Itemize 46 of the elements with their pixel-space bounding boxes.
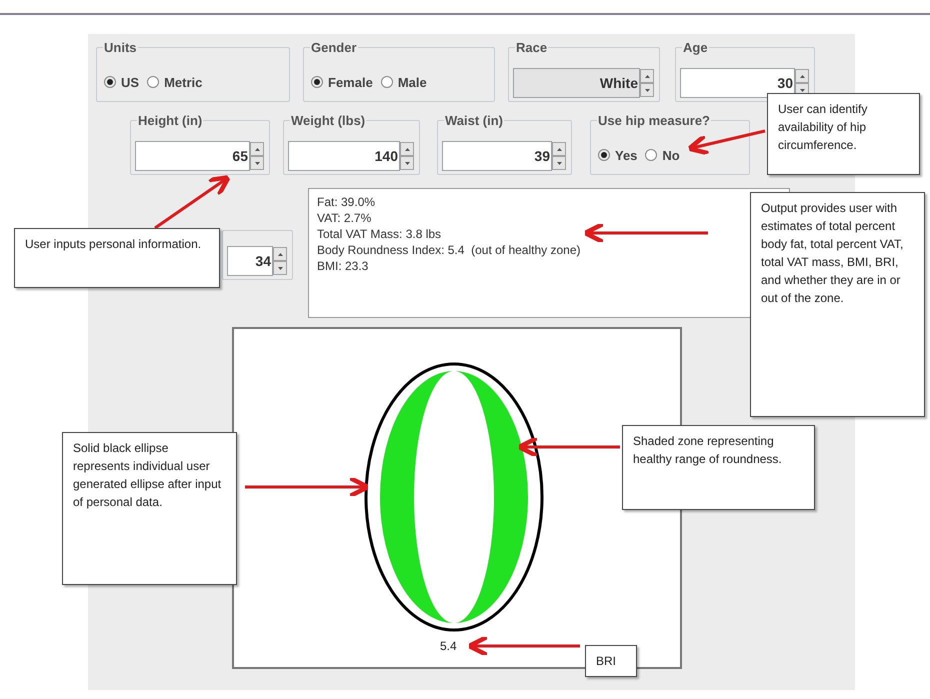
spin-up-button[interactable] [400,142,414,156]
spin-down-button[interactable] [250,156,264,170]
up-triangle-icon [644,74,650,78]
callout: User inputs personal information. [14,228,220,288]
down-triangle-icon [404,162,410,164]
callout: BRI [585,645,637,677]
option-label[interactable]: US [121,72,140,92]
down-triangle-icon [278,266,282,270]
output-line: Total VAT Mass: 3.8 lbs [317,226,442,242]
output-line: VAT: 2.7% [317,210,372,226]
output-line: Body Roundness Index: 5.4 (out of healthy zone) [317,242,581,258]
spin-down-button[interactable] [640,83,654,97]
spin-down-button[interactable] [273,261,287,275]
up-triangle-icon [800,74,804,78]
spinner-field[interactable]: 140 [288,141,400,171]
spin-up-button[interactable] [795,69,809,83]
output-line: Fat: 39.0% [317,194,376,210]
up-triangle-icon [254,148,260,150]
down-triangle-icon [556,162,562,164]
spinner-field[interactable]: 65 [135,141,250,171]
option-label[interactable]: Male [398,72,427,92]
down-triangle-icon [644,88,650,92]
spin-down-button[interactable] [400,156,414,170]
callout: User can identify availability of hip circumference. [767,93,920,175]
callout: Output provides user with estimates of total percent body fat, total percent VAT, total VAT mass, BMI, BRI, and whether they are in or out of the zone. [750,192,925,417]
down-triangle-icon [800,88,804,92]
up-triangle-icon [556,148,562,150]
spin-up-button[interactable] [640,69,654,83]
down-triangle-icon [254,162,260,164]
option-label[interactable]: No [662,146,680,165]
callout: Shaded zone representing healthy range of roundness. [622,425,815,510]
spinner-field[interactable]: 39 [442,141,552,171]
output-line: BMI: 23.3 [317,258,368,274]
spin-up-button[interactable] [552,142,566,156]
bri-value: 5.4 [440,638,457,655]
spinner-field[interactable]: 34 [227,246,273,276]
spin-up-button[interactable] [250,142,264,156]
up-triangle-icon [404,148,410,150]
option-label[interactable]: Yes [615,146,638,165]
callout: Solid black ellipse represents individual user generated ellipse after input of personal data. [62,432,237,585]
option-label[interactable]: Metric [164,72,202,92]
up-triangle-icon [278,252,282,256]
spinner-field[interactable]: 30 [680,68,795,98]
option-label[interactable]: Female [328,72,373,92]
spin-up-button[interactable] [273,247,287,261]
spin-down-button[interactable] [552,156,566,170]
